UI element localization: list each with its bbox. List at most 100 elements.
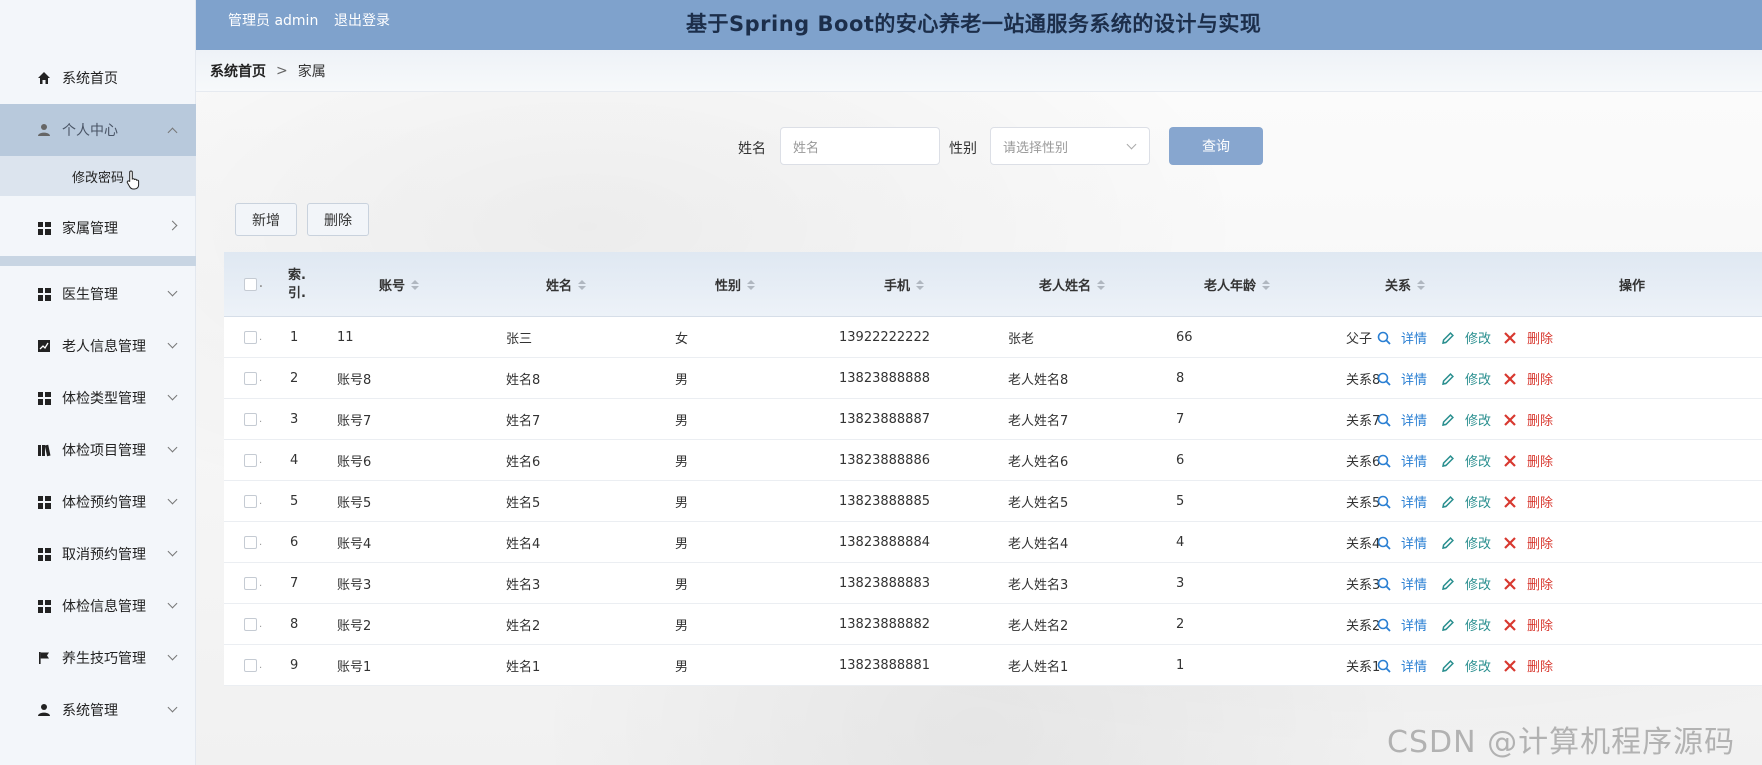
- breadcrumb-home[interactable]: 系统首页: [210, 61, 266, 81]
- sidebar-item-elder-info[interactable]: 老人信息管理: [0, 320, 196, 372]
- sidebar-item-home[interactable]: 系统首页: [0, 52, 196, 104]
- detail-button[interactable]: 详情: [1377, 533, 1427, 552]
- detail-button[interactable]: 详情: [1377, 492, 1427, 511]
- sidebar-item-exam-info[interactable]: 体检信息管理: [0, 580, 196, 632]
- sidebar: 系统首页 个人中心 修改密码 家属管理 医生管理 老人信息管理 体检类型管理 体…: [0, 0, 196, 765]
- row-checkbox[interactable]: .: [244, 440, 262, 481]
- edit-button[interactable]: 修改: [1441, 410, 1491, 429]
- edit-button[interactable]: 修改: [1441, 451, 1491, 470]
- search-icon: [1377, 331, 1396, 345]
- detail-button-cell: 详情: [1377, 481, 1427, 522]
- edit-button[interactable]: 修改: [1441, 492, 1491, 511]
- gender-placeholder: 请选择性别: [1003, 140, 1069, 156]
- pencil-icon: [1441, 454, 1460, 468]
- delete-button[interactable]: 删除: [1503, 410, 1553, 429]
- name-search-input[interactable]: 姓名: [780, 127, 940, 165]
- sidebar-item-doctor[interactable]: 医生管理: [0, 268, 196, 320]
- sidebar-item-label: 体检预约管理: [62, 495, 146, 511]
- action-label: 删除: [1527, 414, 1554, 429]
- detail-button[interactable]: 详情: [1377, 615, 1427, 634]
- action-label: 详情: [1401, 537, 1428, 552]
- chevron-down-icon: [167, 598, 178, 609]
- row-checkbox[interactable]: .: [244, 358, 262, 399]
- cell-elder-age: 8: [1176, 371, 1185, 386]
- row-checkbox[interactable]: .: [244, 645, 262, 686]
- grid-icon: [36, 220, 52, 236]
- pencil-icon: [1441, 536, 1460, 550]
- sidebar-item-cancel-booking[interactable]: 取消预约管理: [0, 528, 196, 580]
- col-elder-name[interactable]: 老人姓名: [1039, 252, 1106, 317]
- edit-button-cell: 修改: [1441, 522, 1491, 563]
- sidebar-item-exam-type[interactable]: 体检类型管理: [0, 372, 196, 424]
- col-elder-age[interactable]: 老人年龄: [1204, 252, 1271, 317]
- gender-select[interactable]: 请选择性别: [990, 127, 1150, 165]
- cell-relation: 关系5: [1346, 496, 1381, 511]
- delete-button-cell: 删除: [1503, 604, 1553, 645]
- cell-name: 姓名2: [506, 619, 541, 634]
- cell-phone: 13823888883: [839, 576, 930, 591]
- sidebar-item-exam-project[interactable]: 体检项目管理: [0, 424, 196, 476]
- action-label: 详情: [1401, 373, 1428, 388]
- cell-account: 账号8: [337, 373, 372, 388]
- select-all-checkbox[interactable]: .: [244, 252, 263, 317]
- detail-button[interactable]: 详情: [1377, 656, 1427, 675]
- sidebar-item-label: 老人信息管理: [62, 339, 146, 355]
- col-label: 老人姓名: [1039, 279, 1092, 294]
- row-checkbox[interactable]: .: [244, 317, 262, 358]
- col-gender[interactable]: 性别: [715, 252, 756, 317]
- detail-button[interactable]: 详情: [1377, 451, 1427, 470]
- col-account[interactable]: 账号: [379, 252, 420, 317]
- sidebar-item-system[interactable]: 系统管理: [0, 684, 196, 736]
- add-button[interactable]: 新增: [235, 203, 297, 236]
- edit-button[interactable]: 修改: [1441, 369, 1491, 388]
- sidebar-item-exam-booking[interactable]: 体检预约管理: [0, 476, 196, 528]
- search-icon: [1377, 495, 1396, 509]
- delete-button[interactable]: 删除: [1503, 533, 1553, 552]
- sidebar-item-family[interactable]: 家属管理: [0, 202, 196, 254]
- table-row: . 6 账号4 姓名4 男 13823888884 老人姓名4 4 关系4 详情 修改 删除: [224, 522, 1762, 563]
- detail-button[interactable]: 详情: [1377, 369, 1427, 388]
- cell-elder-age: 2: [1176, 617, 1185, 632]
- detail-button[interactable]: 详情: [1377, 328, 1427, 347]
- detail-button[interactable]: 详情: [1377, 574, 1427, 593]
- table-row: . 3 账号7 姓名7 男 13823888887 老人姓名7 7 关系7 详情 修改 删除: [224, 399, 1762, 440]
- delete-button[interactable]: 删除: [1503, 328, 1553, 347]
- chevron-down-icon: [167, 546, 178, 557]
- delete-button[interactable]: 删除: [1503, 656, 1553, 675]
- sidebar-item-personal-center[interactable]: 个人中心: [0, 104, 196, 156]
- col-label: 关系: [1385, 279, 1412, 294]
- cell-index: 6: [290, 535, 299, 550]
- logout-link[interactable]: 退出登录: [334, 10, 390, 30]
- chevron-down-icon: [167, 650, 178, 661]
- sidebar-item-health-tips[interactable]: 养生技巧管理: [0, 632, 196, 684]
- edit-button[interactable]: 修改: [1441, 328, 1491, 347]
- cell-elder-age: 4: [1176, 535, 1185, 550]
- edit-button[interactable]: 修改: [1441, 574, 1491, 593]
- row-checkbox[interactable]: .: [244, 563, 262, 604]
- edit-button[interactable]: 修改: [1441, 656, 1491, 675]
- query-button[interactable]: 查询: [1169, 127, 1263, 165]
- delete-button[interactable]: 删除: [1503, 615, 1553, 634]
- row-checkbox[interactable]: .: [244, 522, 262, 563]
- col-name[interactable]: 姓名: [546, 252, 587, 317]
- row-checkbox[interactable]: .: [244, 399, 262, 440]
- edit-button[interactable]: 修改: [1441, 615, 1491, 634]
- name-label: 姓名: [738, 141, 766, 157]
- sidebar-subitem-change-password[interactable]: 修改密码: [0, 156, 196, 196]
- delete-button[interactable]: 删除: [1503, 574, 1553, 593]
- col-phone[interactable]: 手机: [884, 252, 925, 317]
- detail-button[interactable]: 详情: [1377, 410, 1427, 429]
- delete-button[interactable]: 删除: [1503, 369, 1553, 388]
- cell-phone: 13823888886: [839, 453, 930, 468]
- breadcrumb: 系统首页 > 家属: [196, 50, 1762, 92]
- sidebar-item-label: 系统管理: [62, 703, 118, 719]
- delete-button[interactable]: 删除: [1503, 492, 1553, 511]
- delete-button[interactable]: 删除: [1503, 451, 1553, 470]
- row-checkbox[interactable]: .: [244, 481, 262, 522]
- edit-button[interactable]: 修改: [1441, 533, 1491, 552]
- cell-phone: 13823888882: [839, 617, 930, 632]
- batch-delete-button[interactable]: 删除: [307, 203, 369, 236]
- col-relation[interactable]: 关系: [1385, 252, 1426, 317]
- cell-elder-name: 老人姓名1: [1008, 660, 1069, 675]
- row-checkbox[interactable]: .: [244, 604, 262, 645]
